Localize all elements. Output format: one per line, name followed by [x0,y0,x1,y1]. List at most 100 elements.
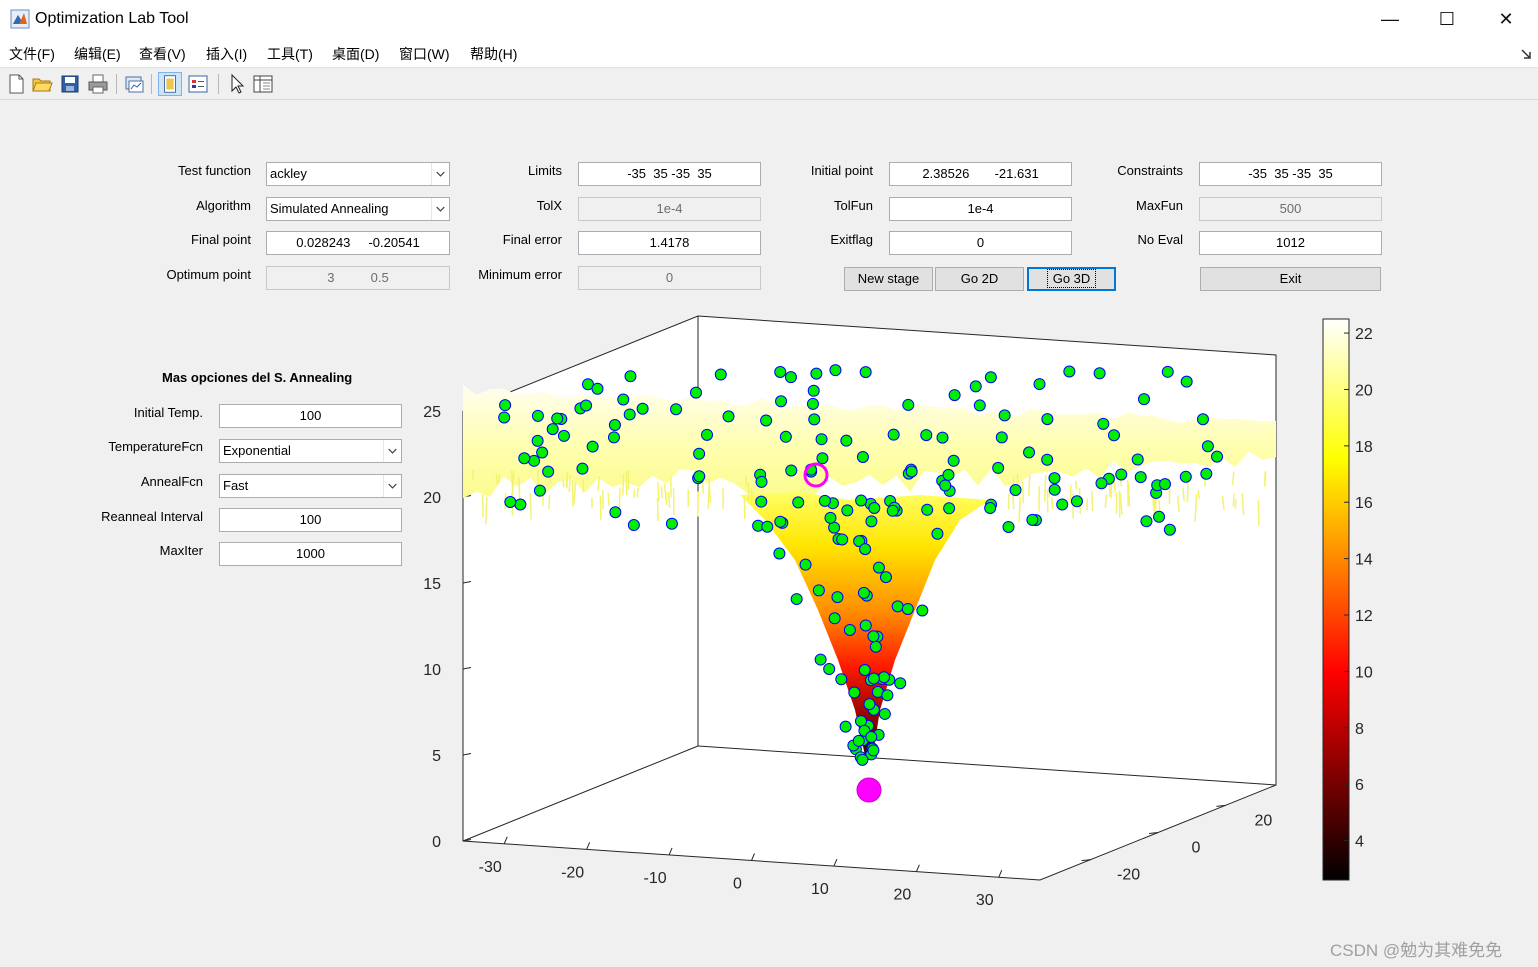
evaluated-point-marker [891,600,904,613]
evaluated-point-marker [1138,393,1151,406]
evaluated-point-marker [790,593,803,606]
evaluated-point-marker [808,413,821,426]
evaluated-point-marker [867,672,880,685]
evaluated-point-marker [1048,472,1061,485]
evaluated-point-marker [546,423,559,436]
evaluated-point-marker [857,586,870,599]
z-tick-label: 5 [432,748,441,765]
x-tick-label: 10 [811,881,829,898]
evaluated-point-marker [947,454,960,467]
evaluated-point-marker [1200,467,1213,480]
x-tick-label: -30 [479,859,502,876]
evaluated-point-marker [1056,498,1069,511]
evaluated-point-marker [1041,413,1054,426]
evaluated-point-marker [856,753,869,766]
z-tick-label: 25 [423,404,441,421]
evaluated-point-marker [557,429,570,442]
surface-spike [510,470,514,496]
evaluated-point-marker [542,465,555,478]
evaluated-point-marker [879,571,892,584]
evaluated-point-marker [1140,515,1153,528]
surface-spike [750,488,753,504]
evaluated-point-marker [1033,378,1046,391]
evaluated-point-marker [773,547,786,560]
evaluated-point-marker [755,475,768,488]
evaluated-point-marker [840,434,853,447]
evaluated-point-marker [1095,477,1108,490]
surface-spike [1091,491,1094,512]
evaluated-point-marker [839,720,852,733]
evaluated-point-marker [831,591,844,604]
evaluated-point-marker [774,515,787,528]
evaluated-point-marker [693,470,706,483]
evaluated-point-marker [1048,483,1061,496]
evaluated-point-marker [836,533,849,546]
evaluated-point-marker [1201,440,1214,453]
evaluated-point-marker [894,677,907,690]
evaluated-point-marker [799,558,812,571]
evaluated-point-marker [609,506,622,519]
evaluated-point-marker [843,623,856,636]
surface-spike [548,495,551,510]
evaluated-point-marker [816,452,829,465]
evaluated-point-marker [551,412,564,425]
evaluated-point-marker [1158,478,1171,491]
evaluated-point-marker [1115,468,1128,481]
evaluated-point-marker [761,520,774,533]
evaluated-point-marker [714,368,727,381]
x-tick-label: 20 [893,887,911,904]
evaluated-point-marker [824,511,837,524]
surface-spike [529,493,532,520]
surface-spike [607,492,610,506]
evaluated-point-marker [774,365,787,378]
evaluated-point-marker [536,446,549,459]
ackley-surface-plot[interactable]: 0 5 10 15 20 25 -30 -20 -10 0 10 20 30 -20 0 20 4 6 8 10 12 1… [0,0,1538,967]
evaluated-point-marker [518,452,531,465]
surface-spike [697,491,700,517]
evaluated-point-marker [623,408,636,421]
y-tick-label: 0 [1192,840,1201,857]
evaluated-point-marker [586,440,599,453]
evaluated-point-marker [807,384,820,397]
final-point-marker [856,777,882,803]
evaluated-point-marker [1023,446,1036,459]
evaluated-point-marker [815,433,828,446]
evaluated-point-marker [514,498,527,511]
evaluated-point-marker [856,450,869,463]
z-tick-label: 20 [423,490,441,507]
surface-spike [1021,482,1025,504]
evaluated-point-marker [1134,471,1147,484]
evaluated-point-marker [823,662,836,675]
evaluated-point-marker [792,496,805,509]
z-tick-label: 0 [432,834,441,851]
evaluated-point-marker [1131,453,1144,466]
evaluated-point-marker [624,370,637,383]
evaluated-point-marker [852,734,865,747]
evaluated-point-marker [607,431,620,444]
evaluated-point-marker [591,382,604,395]
evaluated-point-marker [608,419,621,432]
evaluated-point-marker [855,494,868,507]
colorbar-tick-label: 20 [1355,382,1373,399]
evaluated-point-marker [943,502,956,515]
evaluated-point-marker [701,428,714,441]
evaluated-point-marker [841,504,854,517]
evaluated-point-marker [878,671,891,684]
evaluated-point-marker [498,411,511,424]
evaluated-point-marker [828,612,841,625]
x-tick-label: -10 [644,870,667,887]
colorbar-tick-label: 12 [1355,608,1373,625]
evaluated-point-marker [984,371,997,384]
evaluated-point-marker [1163,523,1176,536]
evaluated-point-marker [1196,413,1209,426]
surface-spike [656,497,659,522]
evaluated-point-marker [1026,513,1039,526]
x-tick-label: -20 [561,864,584,881]
evaluated-point-marker [868,501,881,514]
evaluated-point-marker [1009,484,1022,497]
evaluated-point-marker [858,664,871,677]
evaluated-point-marker [881,689,894,702]
y-tick-label: -20 [1117,867,1140,884]
evaluated-point-marker [806,397,819,410]
evaluated-point-marker [865,515,878,528]
